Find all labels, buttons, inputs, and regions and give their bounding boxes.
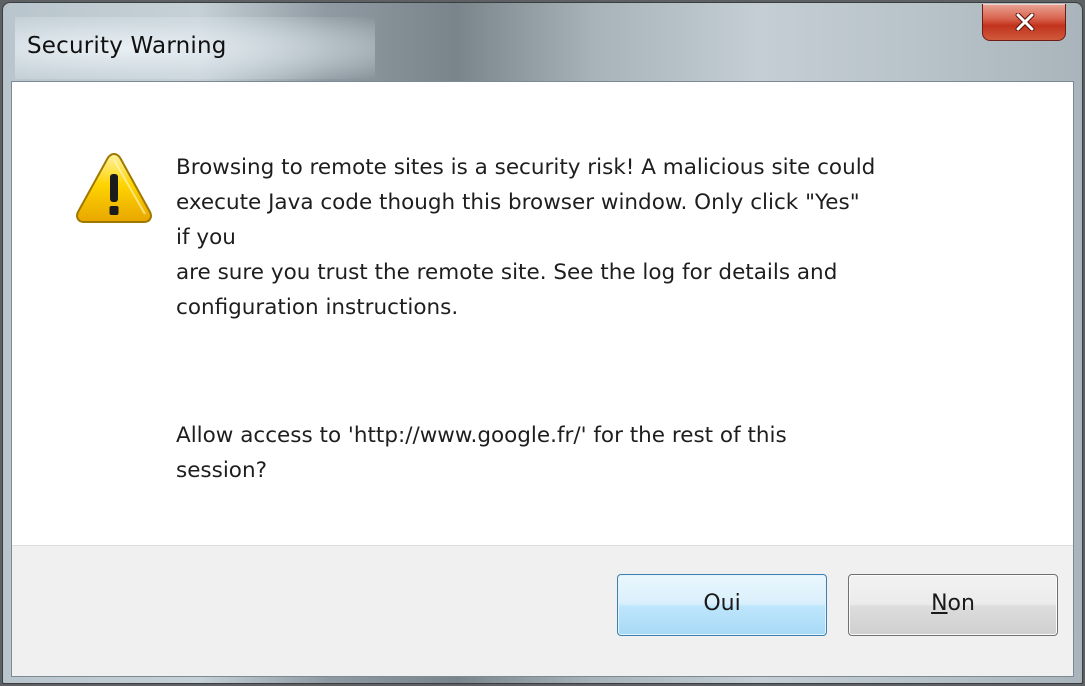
no-button-label: on: [947, 591, 975, 616]
message-line: if you: [176, 225, 236, 250]
close-icon: [1015, 13, 1035, 31]
close-button[interactable]: [982, 4, 1066, 41]
message-line: Browsing to remote sites is a security r…: [176, 155, 876, 180]
window-title: Security Warning: [27, 33, 227, 59]
yes-button-label: Oui: [703, 591, 741, 616]
message-line: configuration instructions.: [176, 295, 459, 320]
security-warning-dialog: Security Warning Browsing to remote site…: [2, 2, 1083, 684]
access-question: Allow access to 'http://www.google.fr/' …: [176, 418, 1046, 488]
message-line: execute Java code though this browser wi…: [176, 190, 860, 215]
button-bar: Oui Non: [12, 545, 1073, 676]
dialog-content: Browsing to remote sites is a security r…: [11, 81, 1074, 677]
title-bar[interactable]: Security Warning: [3, 3, 1082, 81]
warning-message: Browsing to remote sites is a security r…: [176, 150, 1046, 325]
question-line: Allow access to 'http://www.google.fr/' …: [176, 423, 787, 448]
warning-triangle-icon: [76, 152, 152, 223]
message-line: are sure you trust the remote site. See …: [176, 260, 838, 285]
question-line: session?: [176, 458, 267, 483]
no-button-mnemonic: N: [931, 591, 948, 616]
yes-button[interactable]: Oui: [617, 574, 827, 636]
no-button[interactable]: Non: [848, 574, 1058, 636]
